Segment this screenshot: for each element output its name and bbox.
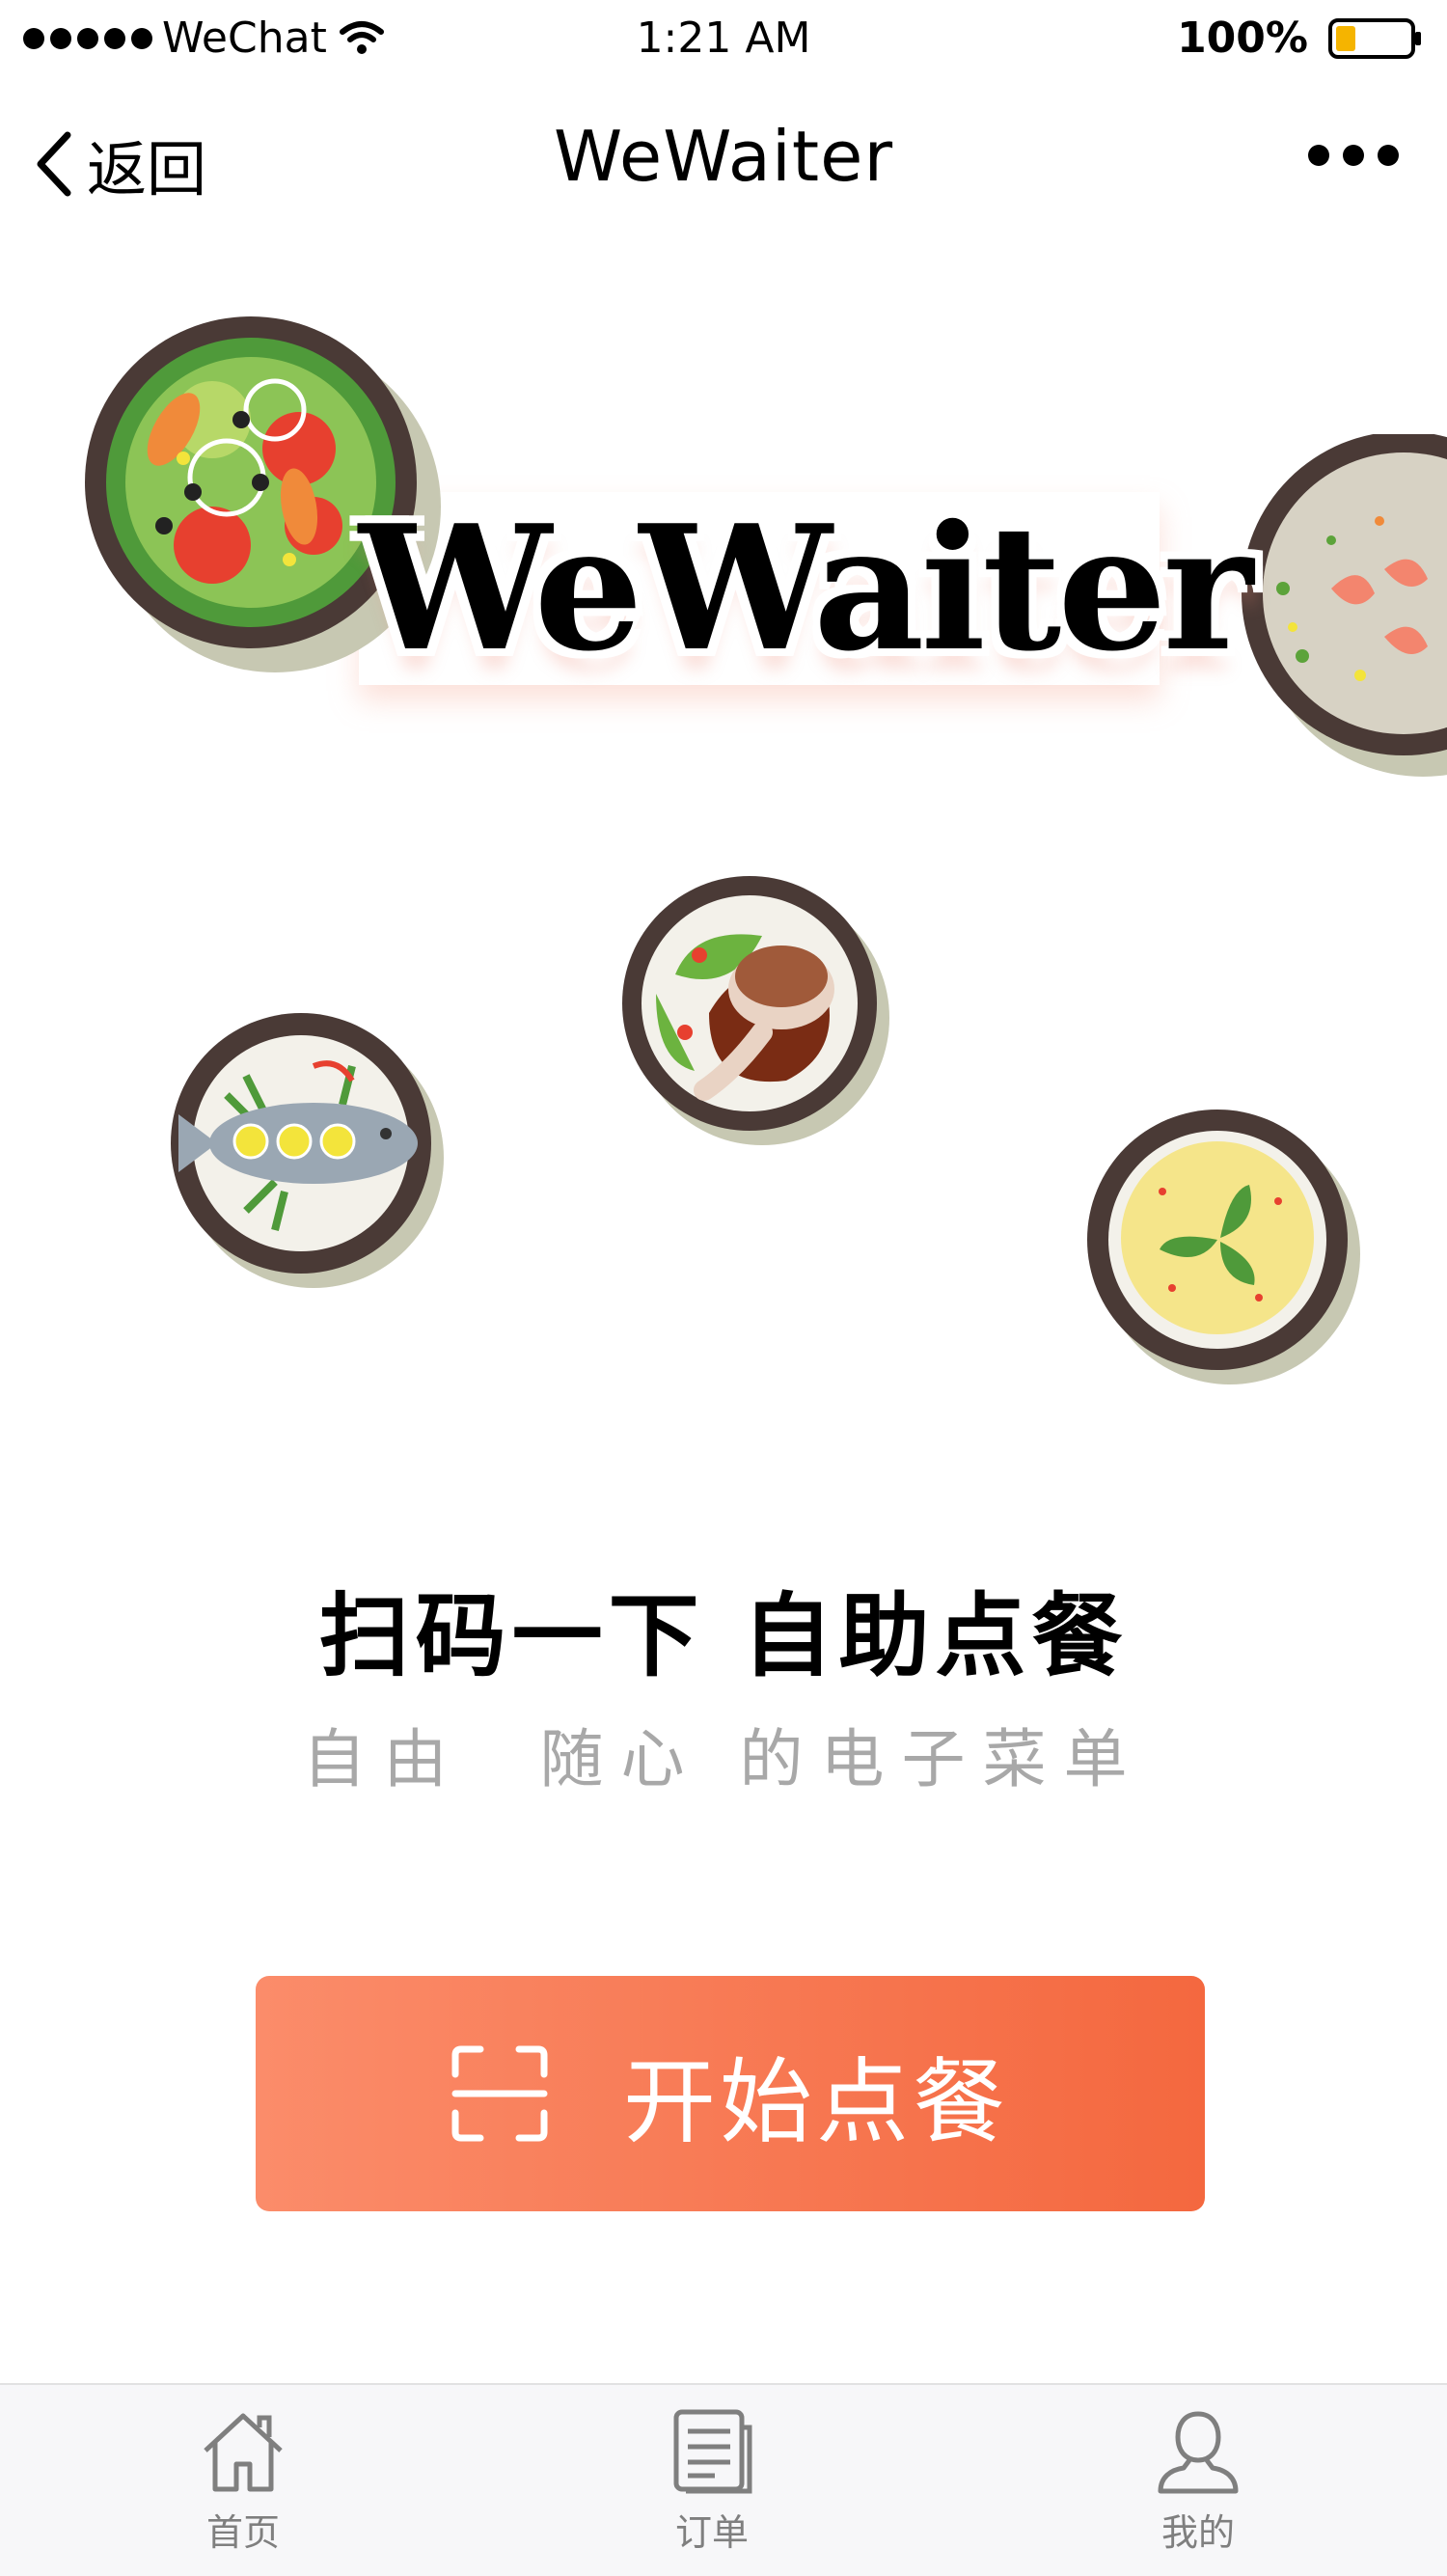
status-bar: WeChat 1:21 AM 100%: [0, 0, 1447, 77]
shrimp-rice-dish-icon: [1242, 434, 1447, 777]
subheadline: 自由 随心 的电子菜单: [302, 1722, 1145, 1796]
page-title: WeWaiter: [553, 116, 894, 197]
tab-orders[interactable]: 订单: [587, 2385, 837, 2576]
fish-dish-icon: [171, 1013, 444, 1288]
steak-dish-icon: [622, 876, 889, 1145]
more-dot-icon: [1343, 145, 1364, 166]
tab-bar: 首页 订单 我的: [0, 2383, 1447, 2576]
more-dot-icon: [1308, 145, 1329, 166]
battery-status: 100%: [1177, 14, 1424, 63]
scan-icon: [451, 2045, 548, 2142]
battery-icon: [1328, 17, 1421, 59]
start-ordering-label: 开始点餐: [623, 2047, 1009, 2156]
soup-dish-icon: [1087, 1110, 1360, 1384]
tab-home[interactable]: 首页: [118, 2385, 369, 2576]
headline: 扫码一下 自助点餐: [318, 1584, 1129, 1689]
tab-label: 订单: [674, 2511, 749, 2554]
start-ordering-button[interactable]: 开始点餐: [256, 1976, 1205, 2211]
order-icon: [673, 2409, 752, 2494]
battery-percent: 100%: [1177, 14, 1308, 63]
profile-icon: [1158, 2411, 1239, 2494]
home-icon: [204, 2413, 283, 2492]
tab-label: 首页: [205, 2511, 280, 2554]
tab-profile[interactable]: 我的: [1073, 2385, 1324, 2576]
more-options-button[interactable]: [1308, 145, 1399, 166]
navigation-bar: 返回 WeWaiter: [0, 77, 1447, 251]
more-dot-icon: [1378, 145, 1399, 166]
tab-label: 我的: [1160, 2511, 1235, 2554]
brand-logo-text: WeWaiter: [359, 487, 1253, 689]
brand-logo: WeWaiter: [359, 492, 1253, 685]
